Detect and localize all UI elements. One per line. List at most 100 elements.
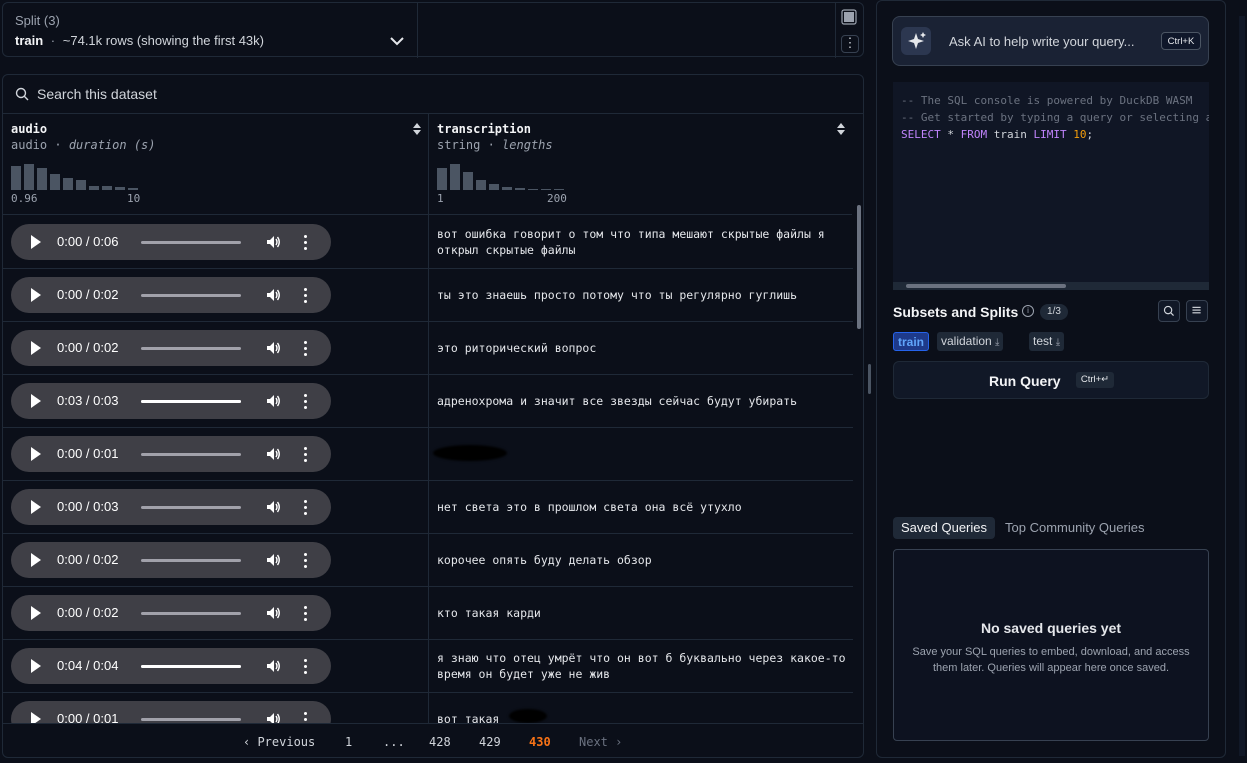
sort-icon[interactable] <box>412 122 422 136</box>
audio-player[interactable]: 0:00 / 0:06 <box>11 224 331 260</box>
histogram-bar[interactable] <box>76 180 86 190</box>
subset-chip-train[interactable]: train <box>893 332 930 351</box>
audio-seek-bar[interactable] <box>141 241 241 244</box>
histogram-bar[interactable] <box>541 189 551 190</box>
subset-chip-validation[interactable]: validation ⤓ <box>937 332 1004 351</box>
more-icon[interactable] <box>302 339 308 357</box>
histogram-bar[interactable] <box>89 186 99 190</box>
histogram-bar[interactable] <box>63 178 73 190</box>
histogram-bar[interactable] <box>11 166 21 190</box>
play-icon[interactable] <box>31 394 41 408</box>
resize-handle[interactable] <box>868 364 871 394</box>
table-row[interactable]: 0:00 / 0:06 вот ошибка говорит о том что… <box>3 215 853 269</box>
volume-icon[interactable] <box>265 711 281 723</box>
column-header-transcription[interactable]: transcription string · lengths 1 200 <box>429 114 852 215</box>
previous-page-button[interactable]: ‹ Previous <box>243 735 315 749</box>
more-icon[interactable] <box>302 657 308 675</box>
play-icon[interactable] <box>31 500 41 514</box>
audio-player[interactable]: 0:00 / 0:02 <box>11 330 331 366</box>
histogram-bar[interactable] <box>37 168 47 190</box>
sort-icon[interactable] <box>836 122 846 136</box>
panel-toggle-icon[interactable] <box>841 9 857 25</box>
table-row[interactable]: 0:00 / 0:03 нет света это в прошлом свет… <box>3 480 853 534</box>
histogram-bar[interactable] <box>24 164 34 190</box>
audio-player[interactable]: 0:00 / 0:02 <box>11 595 331 631</box>
histogram-bar[interactable] <box>128 188 138 190</box>
volume-icon[interactable] <box>265 340 281 356</box>
column-header-audio[interactable]: audio audio · duration (s) 0.96 10 <box>3 114 429 215</box>
more-icon[interactable] <box>302 233 308 251</box>
info-icon[interactable]: i <box>1022 305 1034 317</box>
play-icon[interactable] <box>31 553 41 567</box>
more-icon[interactable] <box>302 604 308 622</box>
volume-icon[interactable] <box>265 393 281 409</box>
table-row[interactable]: 0:00 / 0:02 кто такая карди <box>3 586 853 640</box>
volume-icon[interactable] <box>265 234 281 250</box>
play-icon[interactable] <box>31 659 41 673</box>
volume-icon[interactable] <box>265 658 281 674</box>
table-row[interactable]: 0:00 / 0:02 это риторический вопрос <box>3 321 853 375</box>
play-icon[interactable] <box>31 712 41 723</box>
chevron-down-icon[interactable] <box>389 33 405 49</box>
histogram-bar[interactable] <box>515 188 525 190</box>
histogram-bar[interactable] <box>115 187 125 190</box>
page-button[interactable]: 1 <box>345 735 352 749</box>
play-icon[interactable] <box>31 341 41 355</box>
volume-icon[interactable] <box>265 552 281 568</box>
histogram-bar[interactable] <box>554 189 564 190</box>
play-icon[interactable] <box>31 447 41 461</box>
more-icon[interactable] <box>302 445 308 463</box>
histogram-bar[interactable] <box>502 187 512 190</box>
table-row[interactable]: 0:00 / 0:01 <box>3 427 853 481</box>
page-scrollbar-thumb[interactable] <box>1239 16 1245 756</box>
audio-seek-bar[interactable] <box>141 612 241 615</box>
audio-player[interactable]: 0:00 / 0:02 <box>11 277 331 313</box>
tab-saved-queries[interactable]: Saved Queries <box>893 517 995 539</box>
volume-icon[interactable] <box>265 605 281 621</box>
audio-seek-bar[interactable] <box>141 559 241 562</box>
audio-seek-bar[interactable] <box>141 453 241 456</box>
editor-scrollbar-thumb[interactable] <box>906 284 1066 288</box>
audio-seek-bar[interactable] <box>141 347 241 350</box>
table-row[interactable]: 0:04 / 0:04 я знаю что отец умрёт что он… <box>3 639 853 693</box>
volume-icon[interactable] <box>265 499 281 515</box>
table-row[interactable]: 0:00 / 0:01 вот такая <box>3 692 853 723</box>
list-view-button[interactable] <box>1186 300 1208 322</box>
page-button-current[interactable]: 430 <box>529 735 551 749</box>
sql-editor[interactable]: -- The SQL console is powered by DuckDB … <box>893 82 1209 290</box>
histogram-bar[interactable] <box>476 180 486 190</box>
split-current[interactable]: train · ~74.1k rows (showing the first 4… <box>15 33 264 48</box>
audio-player[interactable]: 0:00 / 0:03 <box>11 489 331 525</box>
audio-player[interactable]: 0:00 / 0:01 <box>11 436 331 472</box>
next-page-button[interactable]: Next › <box>579 735 622 749</box>
play-icon[interactable] <box>31 235 41 249</box>
more-options-button[interactable]: ⋮ <box>841 35 859 53</box>
audio-player[interactable]: 0:00 / 0:02 <box>11 542 331 578</box>
audio-seek-bar[interactable] <box>141 718 241 721</box>
page-button[interactable]: 429 <box>479 735 501 749</box>
histogram-bar[interactable] <box>102 186 112 190</box>
volume-icon[interactable] <box>265 446 281 462</box>
play-icon[interactable] <box>31 288 41 302</box>
histogram-bar[interactable] <box>528 189 538 190</box>
table-row[interactable]: 0:03 / 0:03 адренохрома и значит все зве… <box>3 374 853 428</box>
page-button[interactable]: 428 <box>429 735 451 749</box>
audio-seek-bar[interactable] <box>141 294 241 297</box>
audio-player[interactable]: 0:03 / 0:03 <box>11 383 331 419</box>
more-icon[interactable] <box>302 710 308 723</box>
audio-player[interactable]: 0:00 / 0:01 <box>11 701 331 723</box>
audio-player[interactable]: 0:04 / 0:04 <box>11 648 331 684</box>
split-selector[interactable]: Split (3) train · ~74.1k rows (showing t… <box>2 2 864 58</box>
more-icon[interactable] <box>302 392 308 410</box>
table-row[interactable]: 0:00 / 0:02 корочее опять буду делать об… <box>3 533 853 587</box>
histogram-bar[interactable] <box>463 172 473 190</box>
audio-seek-bar[interactable] <box>141 506 241 509</box>
histogram-bar[interactable] <box>437 168 447 190</box>
tab-top-community-queries[interactable]: Top Community Queries <box>1005 517 1144 539</box>
more-icon[interactable] <box>302 498 308 516</box>
histogram-bar[interactable] <box>489 184 499 190</box>
search-subsets-button[interactable] <box>1158 300 1180 322</box>
audio-seek-bar[interactable] <box>141 665 241 668</box>
volume-icon[interactable] <box>265 287 281 303</box>
histogram-bar[interactable] <box>450 164 460 190</box>
